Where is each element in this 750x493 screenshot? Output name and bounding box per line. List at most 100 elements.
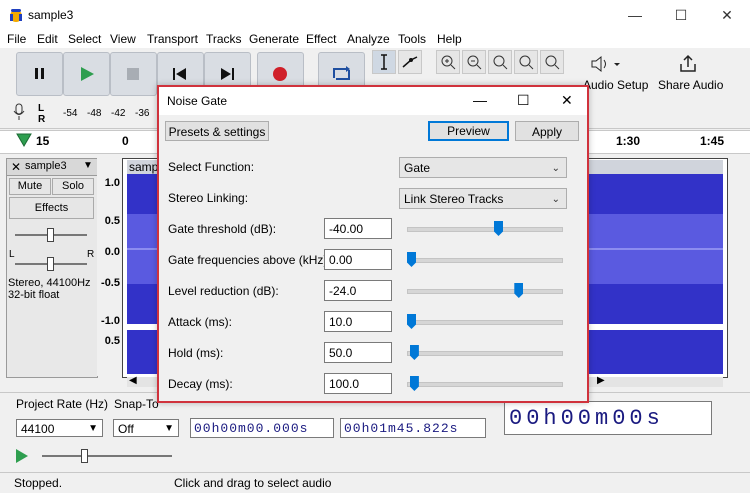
menu-select[interactable]: Select: [68, 32, 101, 46]
hold-input[interactable]: 50.0: [324, 342, 392, 363]
decay-input[interactable]: 100.0: [324, 373, 392, 394]
gate-frequencies-thumb[interactable]: [407, 252, 416, 267]
level-reduction-label: Level reduction (dB):: [168, 284, 279, 298]
zoom-in-icon: [441, 55, 456, 70]
gate-frequencies-slider[interactable]: [407, 258, 563, 263]
track-name[interactable]: sample3: [25, 160, 67, 172]
gate-threshold-thumb[interactable]: [494, 221, 503, 236]
stop-icon: [127, 68, 139, 80]
decay-label: Decay (ms):: [168, 377, 233, 391]
play-icon: [16, 449, 28, 463]
meter-l-label: L: [38, 103, 45, 114]
gate-threshold-slider[interactable]: [407, 227, 563, 232]
dialog-close-button[interactable]: ✕: [561, 92, 573, 109]
selection-tool-button[interactable]: [372, 50, 396, 74]
fit-selection-button[interactable]: [488, 50, 512, 74]
dialog-minimize-button[interactable]: —: [473, 92, 487, 108]
menu-analyze[interactable]: Analyze: [347, 32, 390, 46]
menu-file[interactable]: File: [7, 32, 26, 46]
scroll-left-icon[interactable]: ◀: [129, 375, 137, 386]
apply-button[interactable]: Apply: [515, 121, 579, 141]
ruler-label: 1:30: [616, 134, 641, 148]
play-speed-slider[interactable]: [42, 455, 172, 457]
menu-help[interactable]: Help: [437, 32, 462, 46]
maximize-button[interactable]: ☐: [658, 0, 704, 30]
zoom-toggle-icon: [545, 55, 560, 70]
scale-label: 0.0: [104, 246, 120, 258]
status-hint: Click and drag to select audio: [174, 476, 332, 490]
menu-generate[interactable]: Generate: [249, 32, 299, 46]
attack-input[interactable]: 10.0: [324, 311, 392, 332]
play-at-speed-button[interactable]: [10, 446, 34, 466]
solo-button[interactable]: Solo: [52, 178, 94, 195]
noise-gate-dialog: Noise Gate — ☐ ✕ Presets & settings Prev…: [157, 85, 589, 403]
stereo-linking-dropdown[interactable]: Link Stereo Tracks ⌄: [399, 188, 567, 209]
hold-thumb[interactable]: [409, 345, 419, 360]
track-close-icon[interactable]: ✕: [11, 160, 21, 174]
stop-button[interactable]: [110, 52, 157, 96]
gate-frequencies-input[interactable]: 0.00: [324, 249, 392, 270]
attack-thumb[interactable]: [407, 314, 416, 329]
snap-to-select[interactable]: Off ▼: [113, 419, 179, 437]
menu-tracks[interactable]: Tracks: [206, 32, 242, 46]
fit-project-button[interactable]: [514, 50, 538, 74]
menu-transport[interactable]: Transport: [147, 32, 198, 46]
minimize-button[interactable]: —: [612, 0, 658, 30]
gain-slider-thumb[interactable]: [47, 228, 54, 242]
share-audio-button[interactable]: Share Audio: [658, 78, 723, 92]
pause-button[interactable]: [16, 52, 63, 96]
menu-view[interactable]: View: [110, 32, 136, 46]
project-rate-value: 44100: [21, 422, 55, 436]
selection-start-time[interactable]: 00h00m00.000s: [190, 418, 334, 438]
track-menu-icon[interactable]: ▼: [83, 160, 93, 171]
selection-end-time[interactable]: 00h01m45.822s: [340, 418, 486, 438]
pause-icon: [35, 68, 44, 79]
pan-l-label: L: [9, 249, 15, 260]
scale-label: 0.5: [104, 335, 120, 347]
preview-button[interactable]: Preview: [428, 121, 509, 141]
status-bar: Stopped. Click and drag to select audio: [0, 472, 750, 493]
level-reduction-thumb[interactable]: [514, 283, 524, 298]
envelope-tool-button[interactable]: [398, 50, 422, 74]
hold-label: Hold (ms):: [168, 346, 224, 360]
level-reduction-input[interactable]: -24.0: [324, 280, 392, 301]
gate-threshold-input[interactable]: -40.00: [324, 218, 392, 239]
select-function-dropdown[interactable]: Gate ⌄: [399, 157, 567, 178]
audio-position-display[interactable]: 00h00m00s: [504, 401, 712, 435]
chevron-down-icon: ⌄: [551, 163, 560, 174]
snap-to-label: Snap-To: [114, 397, 159, 411]
scale-label: 1.0: [104, 177, 120, 189]
close-button[interactable]: ✕: [704, 0, 750, 30]
level-reduction-slider[interactable]: [407, 289, 563, 294]
decay-thumb[interactable]: [409, 376, 419, 391]
effects-button[interactable]: Effects: [9, 197, 94, 219]
dialog-title: Noise Gate: [167, 94, 228, 108]
share-icon[interactable]: [678, 54, 698, 74]
play-button[interactable]: [63, 52, 110, 96]
zoom-out-icon: [467, 55, 482, 70]
scroll-right-icon[interactable]: ▶: [597, 375, 605, 386]
menu-tools[interactable]: Tools: [398, 32, 426, 46]
zoom-in-button[interactable]: [436, 50, 460, 74]
zoom-out-button[interactable]: [462, 50, 486, 74]
ruler-label: 0: [122, 134, 129, 148]
audio-setup-button[interactable]: Audio Setup: [583, 78, 648, 92]
presets-settings-button[interactable]: Presets & settings: [165, 121, 269, 141]
mute-button[interactable]: Mute: [9, 178, 51, 195]
hold-slider[interactable]: [407, 351, 563, 356]
decay-slider[interactable]: [407, 382, 563, 387]
attack-label: Attack (ms):: [168, 315, 233, 329]
vertical-scale[interactable]: 1.0 0.5 0.0 -0.5 -1.0 0.5: [97, 158, 122, 376]
play-speed-thumb[interactable]: [81, 449, 88, 463]
zoom-toggle-button[interactable]: [540, 50, 564, 74]
meter-tick: -36: [135, 108, 150, 119]
speaker-icon[interactable]: [584, 54, 644, 74]
pin-playhead-icon[interactable]: [16, 133, 32, 147]
attack-slider[interactable]: [407, 320, 563, 325]
dialog-maximize-button[interactable]: ☐: [517, 92, 530, 109]
project-rate-select[interactable]: 44100 ▼: [16, 419, 103, 437]
pan-slider-thumb[interactable]: [47, 257, 54, 271]
menu-effect[interactable]: Effect: [306, 32, 336, 46]
menu-edit[interactable]: Edit: [37, 32, 58, 46]
gate-frequencies-label: Gate frequencies above (kHz):: [168, 253, 331, 267]
